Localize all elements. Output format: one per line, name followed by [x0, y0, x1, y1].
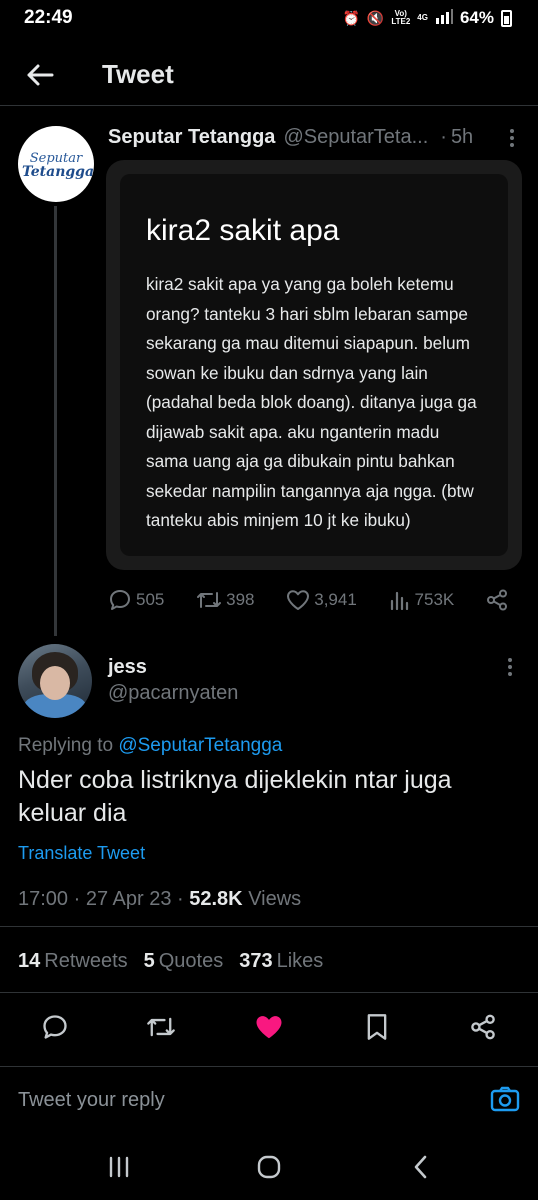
view-count: 52.8K [189, 888, 243, 910]
quotes-count: 5 [143, 950, 155, 972]
svg-text:Tetangga: Tetangga [22, 164, 94, 180]
tweet-image[interactable]: kira2 sakit apa kira2 sakit apa ya yang … [106, 160, 522, 570]
card-body: kira2 sakit apa ya yang ga boleh ketemu … [146, 274, 477, 530]
reply-action[interactable]: 505 [108, 588, 164, 612]
translate-link[interactable]: Translate Tweet [18, 843, 145, 864]
reply-input[interactable]: Tweet your reply [18, 1089, 165, 1112]
replying-to: Replying to @SeputarTetangga [18, 735, 282, 757]
seputar-tetangga-logo: Seputar Tetangga [22, 151, 94, 180]
retweet-action[interactable]: 398 [196, 589, 255, 611]
share-icon [487, 589, 507, 611]
mention-link[interactable]: @SeputarTetangga [118, 735, 282, 756]
tweet-time: 17:00 [18, 888, 69, 910]
separator-dot: · [440, 126, 447, 148]
reply-button[interactable] [40, 1012, 70, 1042]
retweet-icon [197, 592, 222, 608]
top-app-bar: Tweet [0, 44, 538, 106]
tweet-time: 5h [450, 126, 474, 148]
likes-label: Likes [276, 950, 324, 972]
user-handle[interactable]: @pacarnyaten [108, 682, 238, 705]
back-arrow-icon[interactable] [20, 55, 60, 95]
alarm-icon: ⏰ [342, 9, 360, 26]
separator-dot: · [73, 888, 86, 910]
status-time: 22:49 [24, 7, 73, 28]
avatar[interactable]: Seputar Tetangga [18, 126, 94, 202]
tweet-meta: 17:00 · 27 Apr 23 · 52.8K Views [18, 888, 301, 911]
signal-icon [435, 8, 453, 29]
share-action[interactable] [486, 589, 508, 611]
reply-icon [43, 1015, 67, 1039]
retweets-label: Retweets [44, 950, 128, 972]
tweet-actions: 505 398 3,941 753K [108, 588, 508, 612]
separator-dot: · [177, 888, 190, 910]
engagement-stats: 14 Retweets 5 Quotes 373 Likes [18, 950, 323, 973]
bookmark-icon [367, 1014, 387, 1040]
user-handle[interactable]: @SeputarTeta... [283, 126, 428, 149]
retweet-icon [147, 1017, 175, 1037]
views-label: Views [248, 888, 302, 910]
network-type: 4G [417, 13, 428, 22]
share-button[interactable] [468, 1012, 498, 1042]
back-icon[interactable] [406, 1152, 436, 1182]
like-icon [256, 1016, 282, 1039]
bookmark-button[interactable] [362, 1012, 392, 1042]
likes-stat[interactable]: 373 Likes [239, 950, 323, 973]
more-icon[interactable] [500, 657, 520, 677]
like-count: 3,941 [314, 590, 357, 609]
home-icon[interactable] [254, 1152, 284, 1182]
like-icon [287, 590, 310, 610]
avatar[interactable] [18, 644, 92, 718]
retweets-count: 14 [18, 950, 41, 972]
status-icons: ⏰ 🔇 Vo) LTE2 4G 64% [342, 8, 512, 29]
more-icon[interactable] [502, 128, 522, 148]
view-count: 753K [414, 590, 455, 609]
divider [0, 992, 538, 993]
views-icon [390, 591, 408, 610]
tweet-header: Seputar Tetangga @SeputarTeta... · 5h [108, 126, 522, 149]
volte-indicator: Vo) LTE2 [391, 10, 410, 26]
thread-line [54, 206, 57, 636]
divider [0, 926, 538, 927]
mute-icon: 🔇 [366, 9, 385, 26]
tweet-text: Nder coba listriknya dijeklekin ntar jug… [18, 766, 452, 827]
retweet-count: 398 [226, 590, 255, 609]
camera-icon[interactable] [490, 1085, 520, 1115]
card-title: kira2 sakit apa [146, 214, 340, 247]
status-bar: 22:49 ⏰ 🔇 Vo) LTE2 4G 64% [0, 0, 538, 36]
lte-label: LTE2 [391, 17, 411, 26]
replying-to-prefix: Replying to [18, 735, 114, 756]
confession-card: kira2 sakit apa kira2 sakit apa ya yang … [120, 174, 508, 556]
tweet-action-bar [0, 1008, 538, 1046]
display-name[interactable]: jess [108, 656, 147, 679]
quotes-stat[interactable]: 5 Quotes [144, 950, 224, 973]
like-button[interactable] [254, 1012, 284, 1042]
display-name[interactable]: Seputar Tetangga [108, 126, 275, 149]
reply-icon [110, 590, 130, 610]
system-nav-bar [0, 1134, 538, 1200]
share-icon [471, 1014, 495, 1040]
like-action[interactable]: 3,941 [286, 589, 357, 611]
quotes-label: Quotes [158, 950, 224, 972]
tweet-date: 27 Apr 23 [85, 888, 172, 910]
recents-icon[interactable] [104, 1152, 134, 1182]
likes-count: 373 [239, 950, 273, 972]
reply-composer[interactable]: Tweet your reply [0, 1066, 538, 1130]
views-action[interactable]: 753K [389, 590, 455, 610]
battery-percent: 64% [459, 8, 494, 27]
retweets-stat[interactable]: 14 Retweets [18, 950, 128, 973]
page-title: Tweet [102, 59, 174, 89]
battery-icon [501, 9, 512, 27]
retweet-button[interactable] [146, 1012, 176, 1042]
reply-count: 505 [136, 590, 165, 609]
